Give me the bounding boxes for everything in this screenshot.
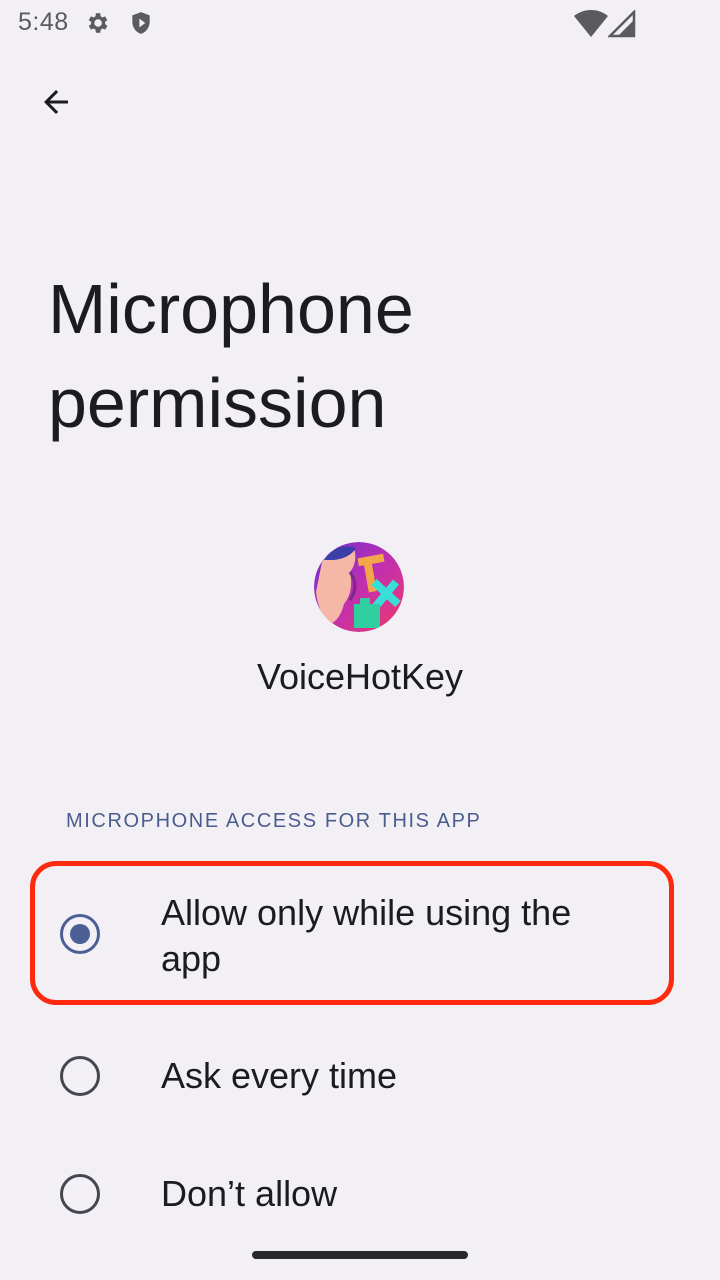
- option-label: Don’t allow: [161, 1173, 338, 1214]
- option-dont-allow[interactable]: Don’t allow: [0, 1154, 720, 1234]
- wifi-icon: [574, 10, 608, 43]
- radio-button[interactable]: [60, 1056, 100, 1096]
- option-allow-while-using[interactable]: Allow only while using the app: [0, 880, 720, 990]
- radio-button-selected[interactable]: [60, 914, 100, 954]
- arrow-back-icon: [38, 84, 74, 125]
- section-header: MICROPHONE ACCESS FOR THIS APP: [66, 810, 482, 832]
- option-label: Ask every time: [161, 1055, 398, 1096]
- gear-icon: [84, 10, 110, 41]
- status-bar: 5:48: [0, 0, 720, 52]
- radio-button[interactable]: [60, 1174, 100, 1214]
- app-name: VoiceHotKey: [256, 656, 464, 697]
- option-ask-every-time[interactable]: Ask every time: [0, 1036, 720, 1116]
- option-label: Allow only while using the app: [161, 892, 572, 979]
- navigation-handle[interactable]: [252, 1251, 468, 1259]
- voicehotkey-app-icon: [314, 542, 404, 632]
- page-title: Microphone permission: [48, 270, 414, 442]
- back-button[interactable]: [24, 72, 88, 136]
- cell-signal-icon: [606, 8, 636, 43]
- shield-icon: [128, 10, 154, 41]
- status-time: 5:48: [18, 8, 69, 36]
